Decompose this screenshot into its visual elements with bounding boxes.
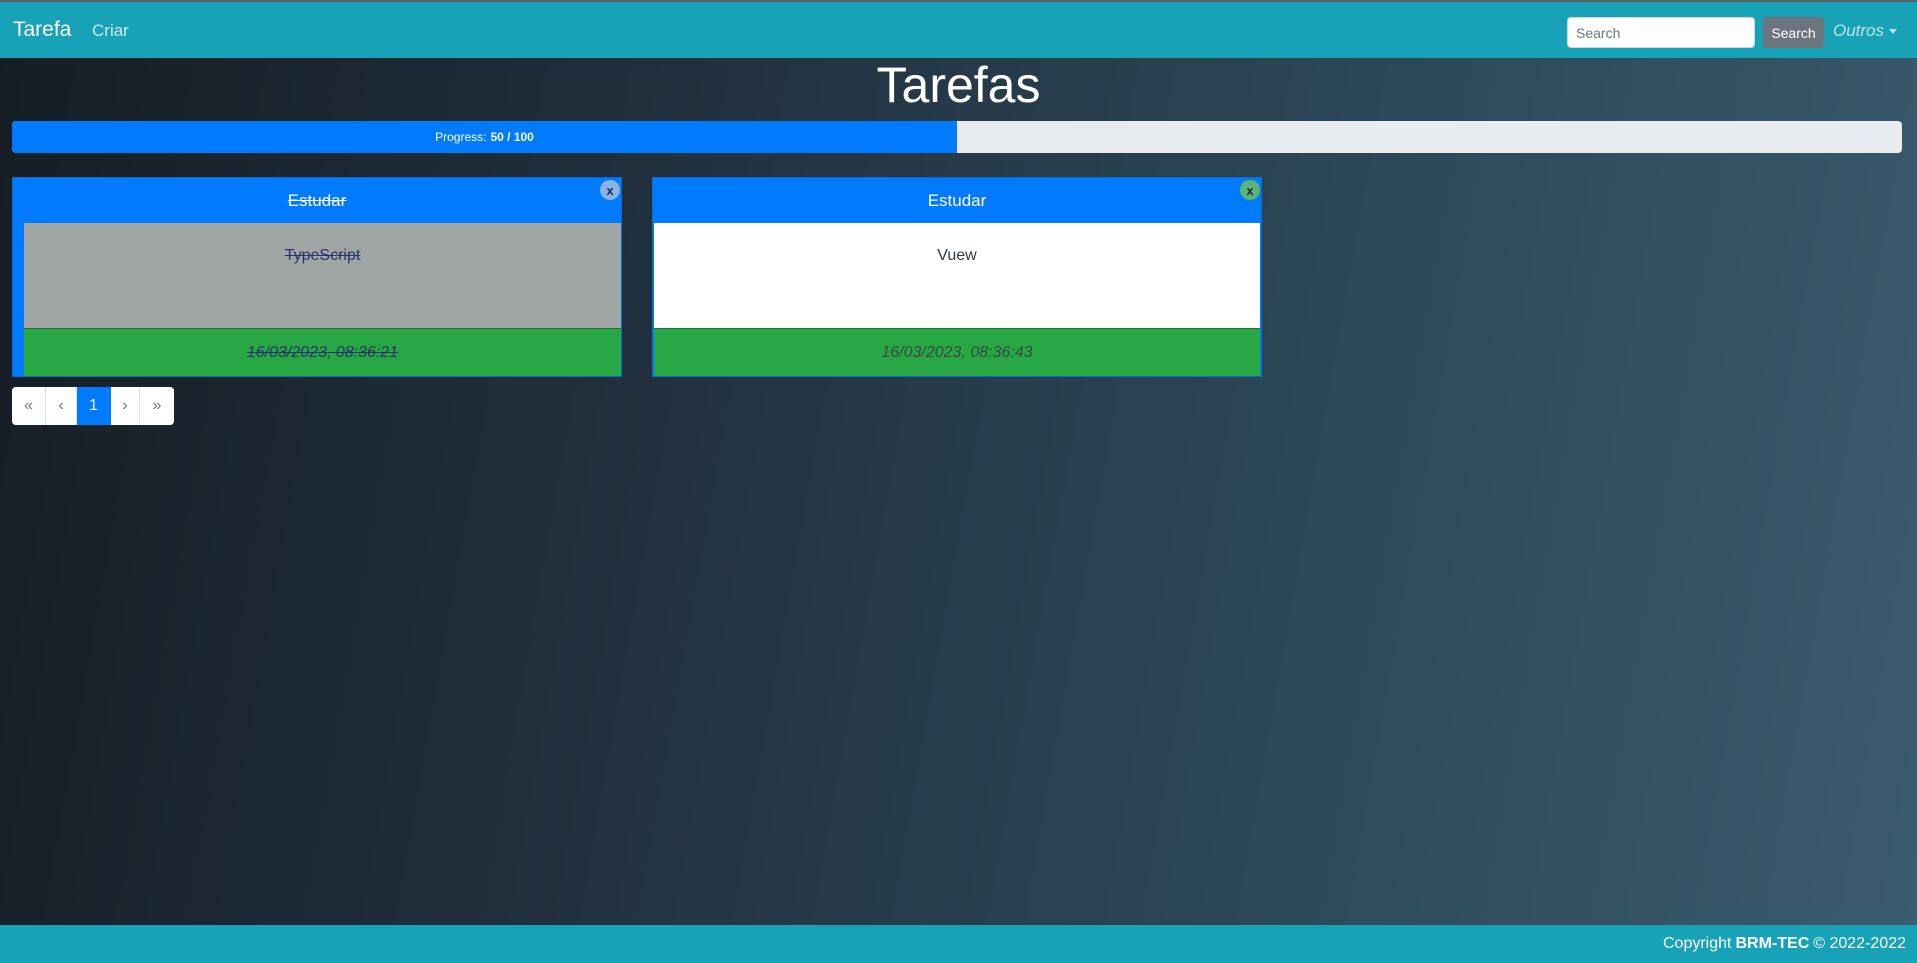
search-input[interactable] [1567,17,1755,48]
page-first-button[interactable]: « [12,387,46,425]
task-timestamp: 16/03/2023, 08:36:21 [24,328,621,376]
task-card: Estudar x Vuew 16/03/2023, 08:36:43 [652,177,1262,377]
dropdown-label: Outros [1833,21,1885,40]
nav-link-criar[interactable]: Criar [92,21,129,41]
caret-down-icon [1889,28,1898,34]
task-description[interactable]: TypeScript [24,223,621,328]
task-timestamp: 16/03/2023, 08:36:43 [654,328,1260,376]
progress-bar: Progress: 50 / 100 [12,121,957,153]
close-icon[interactable]: x [1240,180,1260,200]
footer: Copyright BRM-TEC © 2022-2022 [0,925,1917,963]
copyright-prefix: Copyright [1663,935,1732,952]
progress-value: 50 / 100 [490,130,534,144]
page-prev-button[interactable]: ‹ [46,387,77,425]
page-next-button[interactable]: › [111,387,140,425]
navbar-brand[interactable]: Tarefa [13,18,71,42]
page-last-button[interactable]: » [140,387,174,425]
company-name: BRM-TEC [1735,935,1810,952]
page-number-button[interactable]: 1 [77,387,111,425]
page-title: Tarefas [876,57,1041,113]
task-card-header[interactable]: Estudar [653,178,1261,223]
progress-track: Progress: 50 / 100 [12,121,1902,153]
dropdown-outros[interactable]: Outros [1833,21,1898,41]
task-card-header[interactable]: Estudar [13,178,621,223]
search-button[interactable]: Search [1763,17,1824,48]
task-title: Estudar [927,190,987,210]
copyright-years: © 2022-2022 [1813,935,1906,952]
close-icon[interactable]: x [600,180,620,200]
task-title: Estudar [287,190,347,210]
task-card: Estudar x TypeScript 16/03/2023, 08:36:2… [12,177,622,377]
top-navbar: Tarefa Criar Search Outros [0,0,1917,58]
task-description[interactable]: Vuew [654,223,1260,328]
pagination: « ‹ 1 › » [12,387,174,425]
progress-label: Progress: [435,130,487,144]
